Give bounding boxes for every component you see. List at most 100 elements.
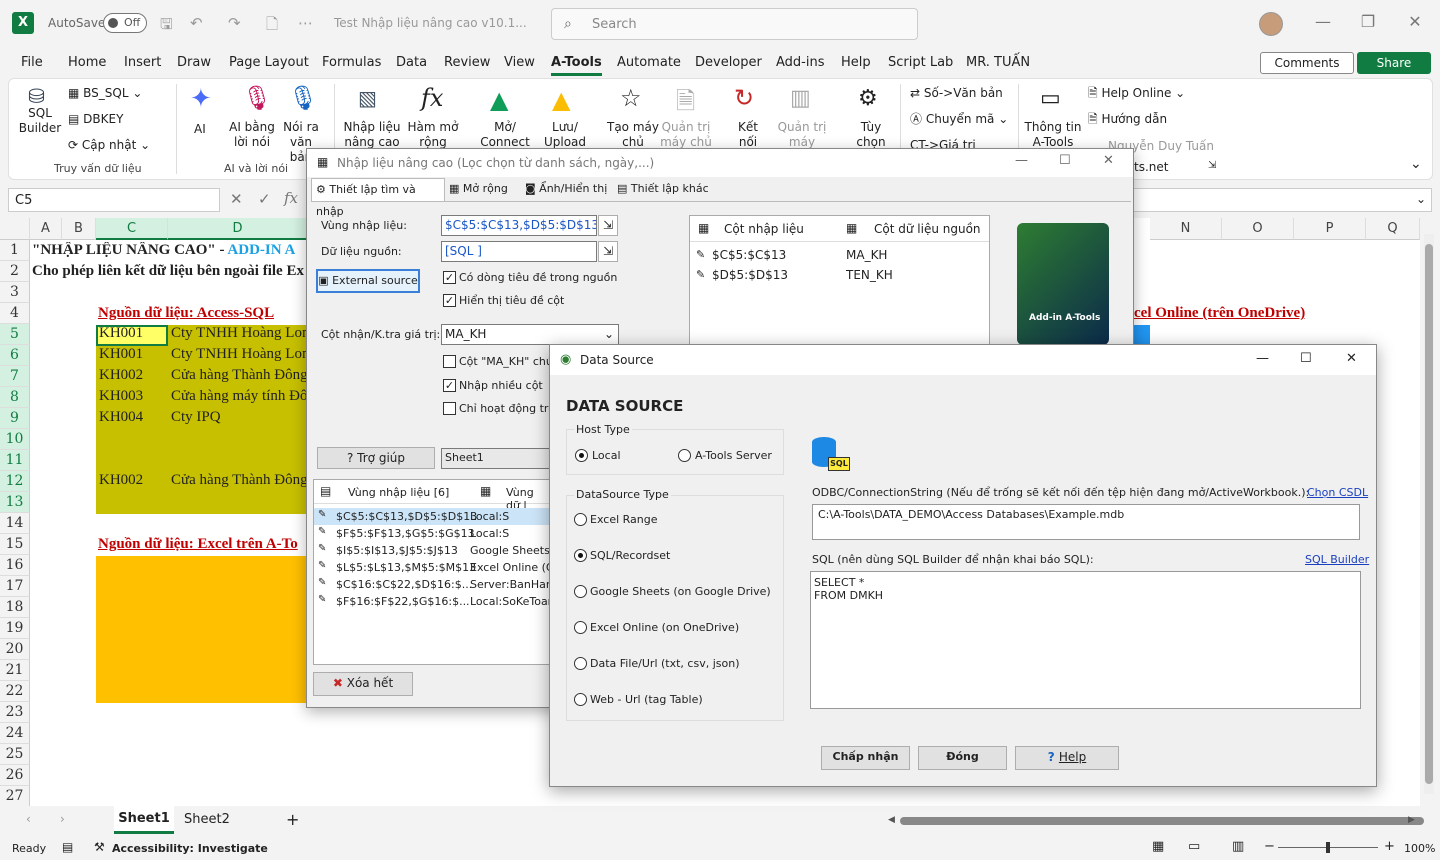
undo-icon[interactable]: ↶ — [190, 14, 203, 32]
tab-thiet-lap-khac[interactable]: ▤ Thiết lập khác — [617, 182, 709, 195]
menu-help[interactable]: Help — [841, 55, 871, 70]
row-header[interactable]: 8 — [0, 387, 30, 408]
ket-noi-button[interactable]: Kết nối — [728, 120, 768, 150]
region-header-range[interactable]: Vùng nhập liệu [6] — [348, 486, 449, 499]
menu-automate[interactable]: Automate — [617, 55, 681, 70]
show-header-checkbox[interactable]: ✓ — [443, 294, 456, 307]
column-header[interactable]: D — [168, 218, 308, 240]
ct-gia-tri-button[interactable]: CT->Giá trị — [910, 138, 976, 148]
column-header[interactable]: N — [1150, 218, 1222, 240]
column-header[interactable]: Q — [1366, 218, 1420, 240]
ribbon-collapse-icon[interactable]: ⌄ — [1410, 156, 1422, 172]
menu-formulas[interactable]: Formulas — [322, 55, 381, 70]
sheet-select[interactable]: Sheet1 — [441, 448, 551, 469]
menu-review[interactable]: Review — [444, 55, 490, 70]
chuyen-ma-button[interactable]: Ⓐ Chuyển mã ⌄ — [910, 112, 1008, 127]
mapping-input-range[interactable]: $D$5:$D$13 — [712, 268, 788, 282]
cell-ten-kh[interactable]: Cửa hàng máy tính Đô — [171, 388, 307, 405]
list-item[interactable]: ✎ $C$16:$C$22,$D$16:$... Server:BanHang — [314, 576, 550, 593]
cell-ma-kh[interactable]: KH002 — [99, 367, 167, 384]
minimize-icon[interactable]: — — [1313, 12, 1333, 31]
hscroll-right-icon[interactable]: ▶ — [1408, 815, 1415, 825]
page-layout-icon[interactable]: ▭ — [1188, 839, 1200, 854]
menu-page-layout[interactable]: Page Layout — [229, 55, 309, 70]
datasource-option-radio[interactable] — [574, 621, 587, 634]
row-header[interactable]: 6 — [0, 345, 30, 366]
bs-sql-button[interactable]: ▦ BS_SQL ⌄ — [68, 86, 142, 101]
menu-draw[interactable]: Draw — [177, 55, 211, 70]
avatar[interactable] — [1259, 12, 1283, 36]
source-picker-icon[interactable]: ⇲ — [598, 241, 618, 262]
help-button[interactable]: ? Trợ giúp — [317, 447, 435, 469]
mapping-input-range[interactable]: $C$5:$C$13 — [712, 248, 786, 262]
connect-button[interactable]: Mở/ Connect — [478, 120, 532, 150]
column-header[interactable]: A — [30, 218, 62, 240]
tab-an-hien[interactable]: ◙ Ẩnh/Hiển thị — [525, 182, 607, 195]
row-header[interactable]: 16 — [0, 555, 30, 576]
clear-all-button[interactable]: ✖ Xóa hết — [313, 672, 413, 696]
enter-icon[interactable]: ✓ — [258, 190, 271, 208]
page-break-icon[interactable]: ▥ — [1232, 839, 1244, 854]
row-header[interactable]: 21 — [0, 660, 30, 681]
huong-dan-button[interactable]: 🗎 Hướng dẫn — [1088, 112, 1167, 127]
customize-qat-icon[interactable]: ⋯ — [298, 14, 313, 32]
help-button[interactable]: ? Help — [1015, 746, 1119, 770]
row-header[interactable]: 14 — [0, 513, 30, 534]
datasource-option-radio[interactable] — [574, 657, 587, 670]
accept-button[interactable]: Chấp nhận — [821, 746, 910, 770]
hscroll-left-icon[interactable]: ◀ — [888, 815, 895, 825]
document-icon[interactable]: 🗋 — [266, 14, 278, 39]
row-header[interactable]: 17 — [0, 576, 30, 597]
header-checkbox[interactable]: ✓ — [443, 271, 456, 284]
row-header[interactable]: 2 — [0, 261, 30, 282]
cell-ma-kh[interactable]: KH003 — [99, 388, 167, 405]
row-header[interactable]: 9 — [0, 408, 30, 429]
local-radio[interactable] — [575, 449, 588, 462]
column-header[interactable]: C — [96, 218, 168, 240]
excel-a-tools-data-area[interactable] — [96, 556, 308, 703]
row-header[interactable]: 24 — [0, 723, 30, 744]
cell-ten-kh[interactable]: Cửa hàng Thành Đông — [171, 472, 307, 489]
column-header[interactable]: P — [1294, 218, 1366, 240]
restore-icon[interactable]: ❐ — [1358, 12, 1378, 31]
insert-function-icon[interactable]: fx — [284, 189, 298, 207]
sql-textarea[interactable]: SELECT * FROM DMKH — [810, 571, 1361, 709]
vertical-scrollbar[interactable] — [1424, 234, 1434, 794]
row-header[interactable]: 11 — [0, 450, 30, 471]
column-header[interactable]: B — [62, 218, 96, 240]
tao-may-chu-button[interactable]: Tạo máy chủ — [604, 120, 662, 150]
datasource-option-radio[interactable] — [574, 549, 587, 562]
row-header[interactable]: 15 — [0, 534, 30, 555]
external-source-button[interactable]: ▣ External source — [316, 269, 420, 293]
du-lieu-nguon-field[interactable]: [SQL ] — [441, 241, 597, 262]
menu-add-ins[interactable]: Add-ins — [776, 55, 824, 70]
cot-chua-checkbox[interactable] — [443, 355, 456, 368]
so-van-ban-button[interactable]: ⇄ Số->Văn bản — [910, 86, 1003, 101]
select-all-corner[interactable] — [0, 218, 30, 240]
quan-tri-may-chu-button[interactable]: Quản trị máy chủ — [660, 120, 712, 150]
close-icon[interactable]: ✕ — [1346, 351, 1357, 366]
close-icon[interactable]: ✕ — [1103, 153, 1114, 168]
tab-sheet2[interactable]: Sheet2 — [184, 812, 230, 827]
range-picker-icon[interactable]: ⇲ — [598, 215, 618, 236]
dbkey-button[interactable]: ▤ DBKEY — [68, 112, 123, 127]
accessibility-status[interactable]: Accessibility: Investigate — [112, 842, 268, 855]
cot-nhan-select[interactable]: MA_KH ⌄ — [441, 324, 619, 345]
column-mapping-list[interactable]: ▦ Cột nhập liệu ▦ Cột dữ liệu nguồn ✎ $C$… — [689, 215, 990, 345]
menu-mr-tuan[interactable]: MR. TUẤN — [966, 55, 1030, 70]
cell-ten-kh[interactable]: Cty TNHH Hoàng Lon — [171, 346, 307, 363]
row-header[interactable]: 3 — [0, 282, 30, 303]
list-item[interactable]: ✎ $F$16:$F$22,$G$16:$...Local:SoKeToanS — [314, 593, 550, 610]
mapping-source-column[interactable]: MA_KH — [846, 248, 887, 262]
quan-tri-may-khach-button[interactable]: Quản trị máy khách — [770, 120, 834, 150]
tab-mo-rong[interactable]: ▦ Mở rộng — [449, 182, 508, 195]
datasource-option-radio[interactable] — [574, 585, 587, 598]
tab-sheet1[interactable]: Sheet1 — [114, 806, 174, 834]
name-box[interactable]: C5 — [8, 188, 220, 212]
add-sheet-icon[interactable]: + — [286, 810, 299, 829]
column-header[interactable]: O — [1222, 218, 1294, 240]
close-icon[interactable]: ✕ — [1405, 12, 1425, 31]
row-header[interactable]: 12 — [0, 471, 30, 492]
menu-data[interactable]: Data — [396, 55, 427, 70]
maximize-icon[interactable]: ☐ — [1059, 153, 1071, 168]
